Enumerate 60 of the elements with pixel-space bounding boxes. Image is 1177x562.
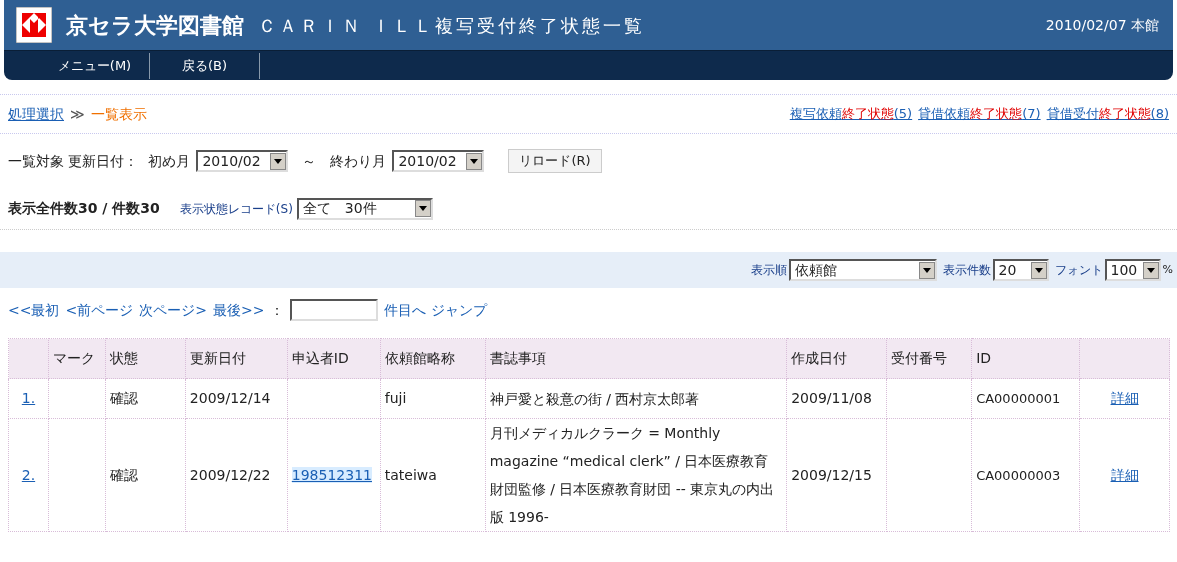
percent-sign: %	[1162, 261, 1173, 278]
pager-link[interactable]: <<最初	[8, 299, 60, 321]
column-header: ID	[971, 338, 1080, 379]
status-link[interactable]: 複写依頼終了状態(5)	[789, 104, 913, 124]
record-count: 表示全件数30 / 件数30	[8, 199, 160, 218]
column-header: 状態	[105, 338, 186, 379]
table-cell: CA00000001	[976, 391, 1061, 406]
sort-label: 表示順	[750, 262, 787, 279]
filter-label: 一覧対象 更新日付：	[8, 151, 139, 171]
library-name: 京セラ大学図書館	[66, 11, 244, 40]
table-cell: 2009/12/14	[189, 390, 271, 406]
start-month-label: 初め月	[148, 151, 191, 171]
column-header: 依頼館略称	[380, 338, 486, 379]
column-header: 受付番号	[886, 338, 972, 379]
font-size-select[interactable]: 100	[1104, 259, 1161, 281]
jump-field[interactable]	[290, 299, 379, 321]
page-size-select[interactable]: 20	[992, 259, 1049, 281]
column-header: マーク	[48, 338, 106, 379]
breadcrumb-current: 一覧表示	[90, 104, 147, 124]
applicant-link[interactable]: 198512311	[291, 466, 372, 483]
pager-link[interactable]: 次ページ>	[139, 299, 207, 321]
record-state-label: 表示状態レコード(S)	[179, 200, 293, 218]
table-cell: 2009/12/15	[791, 466, 872, 483]
breadcrumb-link[interactable]: 処理選択	[8, 103, 64, 125]
table-cell: 月刊メディカルクラーク = Monthly magazine “medical clerk” / 日本医療教育財団監修 / 日本医療教育財団 -- 東京丸の内出版 1996-	[489, 425, 775, 525]
page-size-label: 表示件数	[942, 262, 991, 279]
column-header: 作成日付	[786, 338, 887, 379]
jump-link[interactable]: 件目へ ジャンプ	[384, 299, 487, 321]
column-header: 申込者ID	[287, 338, 381, 379]
column-header: 更新日付	[185, 338, 288, 379]
table-cell: 確認	[109, 390, 138, 406]
table-cell: 2009/11/08	[791, 390, 872, 406]
detail-link[interactable]: 詳細	[1110, 466, 1139, 483]
table-cell: CA00000003	[976, 467, 1061, 483]
table-cell: fuji	[384, 390, 407, 406]
range-tilde: ～	[302, 151, 317, 171]
table-cell: 確認	[109, 466, 138, 483]
end-month-label: 終わり月	[330, 151, 387, 171]
end-month-select[interactable]: 2010/02	[392, 150, 485, 172]
table-cell: tateiwa	[384, 466, 437, 483]
breadcrumb-separator: ≫	[70, 104, 85, 124]
menu-button[interactable]: 戻る(B)	[150, 52, 260, 79]
date-location: 2010/02/07 本館	[1045, 15, 1159, 35]
reload-button[interactable]: リロード(R)	[508, 149, 602, 173]
font-label: フォント	[1054, 262, 1103, 279]
sort-select[interactable]: 依頼館	[788, 259, 937, 281]
detail-link[interactable]: 詳細	[1110, 390, 1139, 406]
record-state-select[interactable]: 全て 30件	[296, 197, 433, 220]
start-month-select[interactable]: 2010/02	[196, 150, 289, 172]
pager-link[interactable]: <前ページ	[65, 299, 134, 321]
menu-button[interactable]: メニュー(M)	[40, 52, 150, 79]
pager-colon: ：	[270, 300, 285, 320]
page-title: ＣＡＲＩＮ ＩＬＬ複写受付終了状態一覧	[258, 13, 645, 38]
row-number-link[interactable]: 2.	[21, 466, 36, 483]
logo-icon	[16, 7, 52, 43]
column-header: 書誌事項	[485, 338, 787, 379]
table-cell: 神戸愛と殺意の街 / 西村京太郎著	[489, 390, 700, 407]
row-number-link[interactable]: 1.	[21, 390, 36, 406]
table-cell: 2009/12/22	[189, 466, 271, 483]
pager-link[interactable]: 最後>>	[212, 299, 265, 321]
